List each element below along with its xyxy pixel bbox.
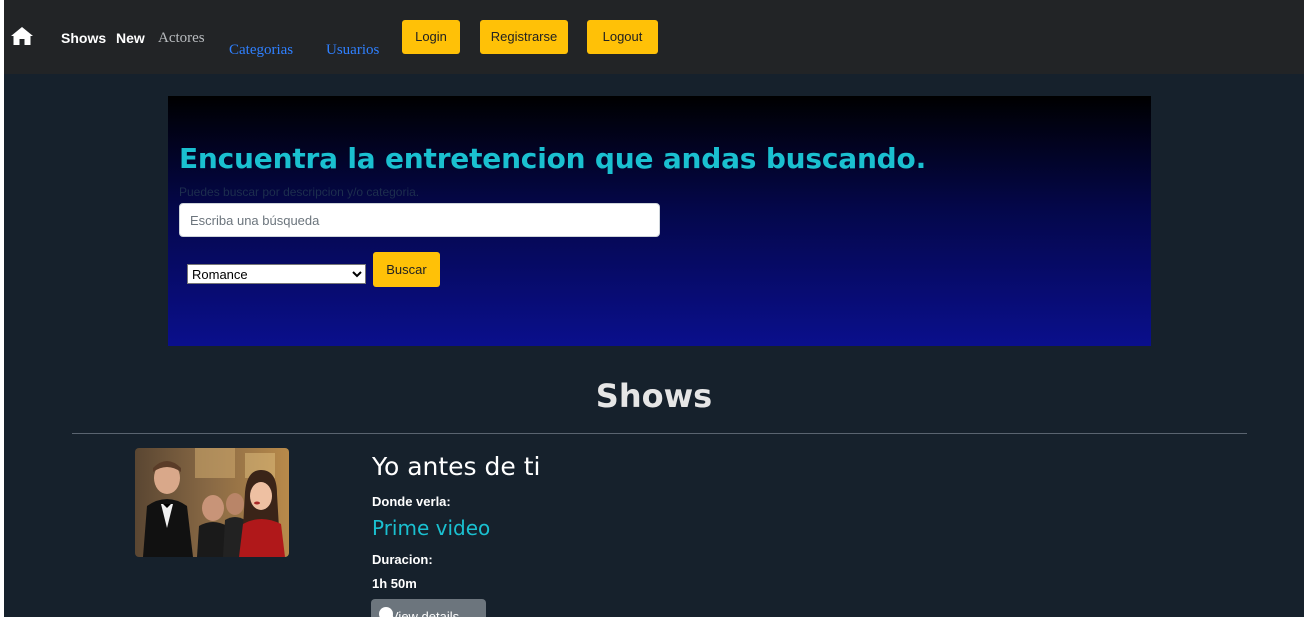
nav-link-shows[interactable]: Shows [61,30,106,46]
view-details-label: View details [390,609,460,617]
app-frame: Shows New Actores Categorias Usuarios Lo… [4,0,1304,617]
login-button[interactable]: Login [402,20,460,54]
where-label: Donde verla: [372,494,451,509]
duration-label: Duracion: [372,552,433,567]
home-icon[interactable] [10,26,34,46]
nav-link-categorias[interactable]: Categorias [229,42,293,59]
logout-button[interactable]: Logout [587,20,658,54]
navbar: Shows New Actores Categorias Usuarios Lo… [4,0,1304,74]
hero-subtitle: Puedes buscar por descripcion y/o catego… [179,185,420,199]
nav-link-new[interactable]: New [116,30,145,46]
view-details-button[interactable]: View details [371,599,486,617]
nav-link-actores[interactable]: Actores [158,30,205,47]
section-title: Shows [595,377,713,415]
category-select[interactable]: Romance [187,264,366,284]
search-hero: Encuentra la entretencion que andas busc… [168,96,1151,346]
show-title: Yo antes de ti [372,452,541,481]
hero-title: Encuentra la entretencion que andas busc… [179,142,927,175]
platform-name: Prime video [372,516,491,540]
search-input[interactable] [179,203,660,237]
nav-link-usuarios[interactable]: Usuarios [326,42,379,59]
search-button[interactable]: Buscar [373,252,440,287]
duration-value: 1h 50m [372,576,417,591]
section-divider [72,433,1247,434]
show-poster[interactable] [135,448,289,557]
register-button[interactable]: Registrarse [480,20,568,54]
